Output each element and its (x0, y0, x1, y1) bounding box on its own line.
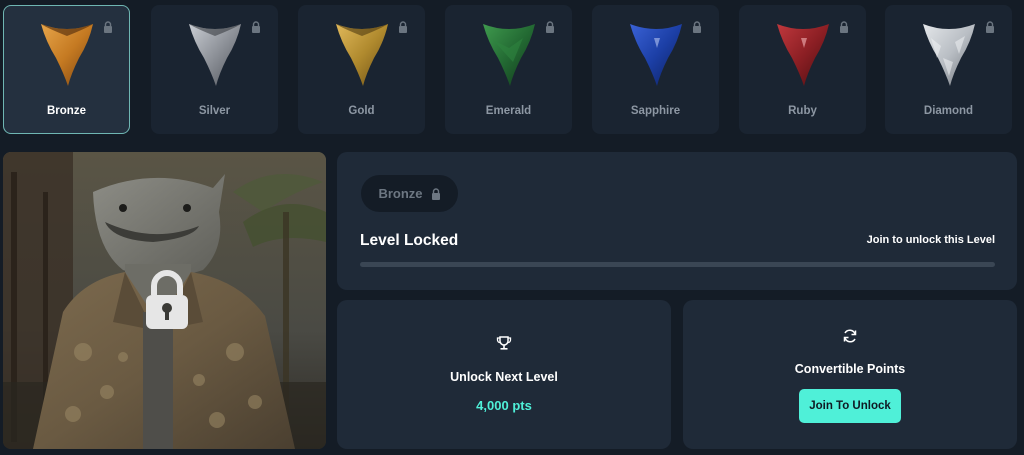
tier-label: Gold (348, 105, 375, 117)
join-to-unlock-button[interactable]: Join To Unlock (799, 389, 901, 423)
unlock-next-level-title: Unlock Next Level (450, 370, 558, 384)
lock-icon (399, 21, 407, 33)
sapphire-tooth-icon (630, 24, 682, 86)
ruby-tooth-icon (777, 24, 829, 86)
diamond-tooth-icon (923, 24, 975, 86)
tier-badge-label: Bronze (378, 186, 423, 201)
join-to-unlock-text: Join to unlock this Level (866, 234, 995, 246)
tier-label: Emerald (485, 105, 532, 117)
tier-label: Sapphire (630, 105, 681, 117)
level-status-title: Level Locked (360, 232, 459, 249)
convertible-points-card: Convertible Points Join To Unlock (683, 300, 1017, 449)
refresh-icon (843, 329, 857, 343)
level-progress-bar (360, 262, 995, 267)
gold-tooth-icon (336, 24, 388, 86)
tier-card-ruby[interactable]: Ruby (739, 5, 866, 134)
emerald-tooth-icon (483, 24, 535, 86)
lock-icon (840, 21, 848, 33)
silver-tooth-icon (189, 24, 241, 86)
lock-icon (104, 21, 112, 33)
next-level-points: 4,000 pts (476, 398, 532, 413)
tier-card-bronze[interactable]: Bronze (3, 5, 130, 134)
tier-card-sapphire[interactable]: Sapphire (592, 5, 719, 134)
tier-label: Diamond (923, 105, 974, 117)
tier-label: Ruby (788, 105, 817, 117)
level-status-card: Bronze Level Locked Join to unlock this … (337, 152, 1017, 290)
tier-card-diamond[interactable]: Diamond (885, 5, 1012, 134)
lock-icon (546, 21, 554, 33)
trophy-icon (496, 336, 512, 350)
lock-icon (693, 21, 701, 33)
tier-label: Bronze (47, 105, 86, 117)
tier-badge: Bronze (361, 175, 458, 212)
tier-selector: Bronze Silver Gold Emerald Sapphire Ruby… (3, 5, 1021, 135)
tier-card-gold[interactable]: Gold (298, 5, 425, 134)
tier-hero-image (3, 152, 326, 449)
tier-card-silver[interactable]: Silver (151, 5, 278, 134)
lock-icon (986, 21, 994, 33)
lock-icon (252, 21, 260, 33)
lock-icon (431, 187, 440, 200)
bronze-tooth-icon (41, 24, 93, 86)
tier-card-emerald[interactable]: Emerald (445, 5, 572, 134)
padlock-icon (146, 270, 188, 329)
unlock-next-level-card: Unlock Next Level 4,000 pts (337, 300, 671, 449)
convertible-points-title: Convertible Points (794, 362, 906, 376)
tier-label: Silver (198, 105, 231, 117)
